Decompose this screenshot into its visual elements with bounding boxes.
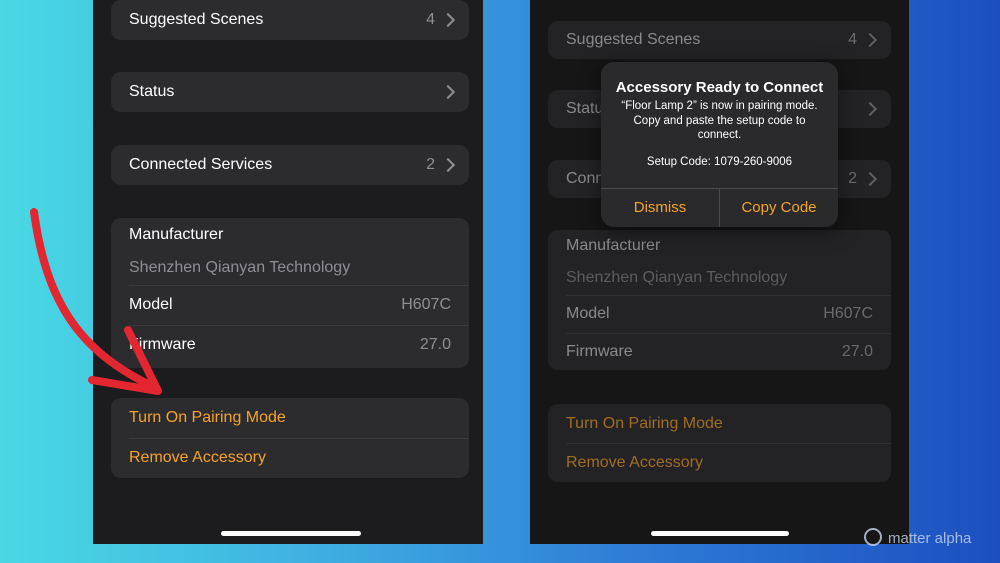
annotation-arrow-icon xyxy=(30,208,162,395)
watermark-text: matter alpha xyxy=(888,530,972,547)
matter-alpha-logo-icon xyxy=(864,528,882,546)
watermark: matter alpha xyxy=(864,528,971,547)
